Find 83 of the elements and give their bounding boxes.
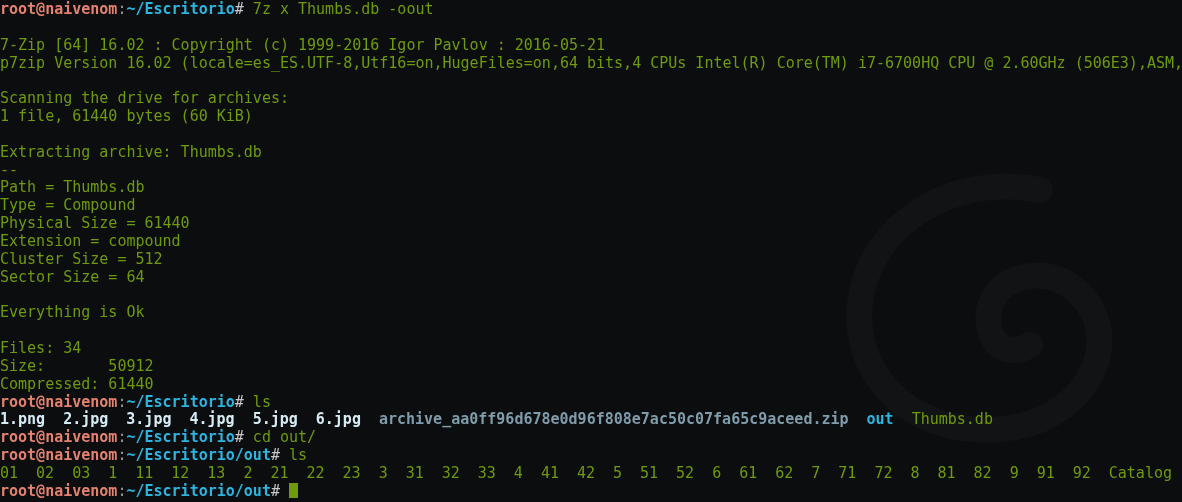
file-name: 3.jpg (126, 411, 172, 429)
file-name: 1 (108, 464, 118, 483)
file-name: archive_aa0ff96d678e0d96f808e7ac50c07fa65c9aceed.zip (378, 411, 849, 430)
output-line: Size: 50912 (0, 356, 154, 375)
file-name: 03 (72, 464, 91, 483)
file-name: 5.jpg (252, 411, 298, 430)
file-name: 3 (378, 464, 388, 483)
file-name: 32 (441, 464, 460, 483)
prompt-path: ~/Escritorio/out (126, 446, 271, 465)
file-name: 8 (910, 464, 920, 483)
output-line: Cluster Size = 512 (0, 249, 163, 268)
prompt-path: ~/Escritorio/out (126, 481, 271, 500)
prompt-path: ~/Escritorio (126, 428, 235, 447)
command-text: ls (252, 392, 271, 411)
file-name: 4.jpg (189, 411, 235, 429)
prompt-path: ~/Escritorio (126, 392, 235, 411)
prompt-user: root@naivenom (0, 481, 118, 500)
file-name: 23 (342, 464, 361, 483)
output-line: Scanning the drive for archives: (0, 89, 289, 108)
file-name: Thumbs.db (911, 411, 993, 430)
file-name: 5 (613, 464, 623, 483)
file-name: 92 (1072, 464, 1091, 483)
file-name: 31 (405, 464, 424, 483)
prompt-separator: : (117, 392, 127, 411)
file-name: 52 (676, 464, 695, 483)
prompt-symbol: # (234, 428, 244, 447)
file-name: 72 (874, 464, 893, 483)
prompt-symbol: # (270, 446, 280, 465)
file-name: 01 (0, 464, 19, 483)
prompt-symbol: # (234, 0, 244, 18)
file-name: 11 (135, 464, 154, 483)
file-name: 4 (513, 464, 523, 483)
file-name: 22 (306, 464, 325, 483)
file-name: 33 (477, 464, 496, 483)
file-name: 82 (973, 464, 992, 483)
output-line: Path = Thumbs.db (0, 178, 145, 197)
output-line: Type = Compound (0, 196, 136, 215)
output-line: Files: 34 (0, 339, 82, 358)
file-name: 91 (1036, 464, 1055, 483)
prompt-symbol: # (270, 481, 280, 500)
prompt-user: root@naivenom (0, 0, 118, 18)
file-name: 81 (937, 464, 956, 483)
file-name: 51 (640, 464, 659, 483)
output-line: Extension = compound (0, 231, 181, 250)
output-line: -- (0, 160, 19, 179)
output-line: Physical Size = 61440 (0, 214, 190, 233)
file-name: 9 (1009, 464, 1019, 483)
output-line: 7-Zip [64] 16.02 : Copyright (c) 1999-2016 Igor Pavlov : 2016-05-21 (0, 35, 606, 54)
file-name: 7 (811, 464, 821, 483)
file-name: 1.png (0, 411, 46, 429)
file-name: 21 (270, 464, 289, 483)
prompt-symbol: # (234, 392, 244, 411)
output-line: Sector Size = 64 (0, 267, 145, 286)
prompt-separator: : (117, 428, 127, 447)
file-name: 2 (243, 464, 253, 483)
prompt-path: ~/Escritorio (126, 0, 235, 18)
command-text: 7z x Thumbs.db -oout (252, 0, 434, 18)
file-name: Catalog (1108, 464, 1172, 483)
file-name: out (866, 411, 894, 430)
output-line: Extracting archive: Thumbs.db (0, 142, 262, 161)
output-line: 1 file, 61440 bytes (60 KiB) (0, 107, 253, 126)
prompt-user: root@naivenom (0, 392, 118, 411)
prompt-separator: : (117, 481, 127, 500)
file-name: 13 (207, 464, 226, 483)
command-text: cd out/ (252, 428, 317, 447)
prompt-separator: : (117, 446, 127, 465)
prompt-user: root@naivenom (0, 446, 118, 465)
prompt-separator: : (117, 0, 127, 18)
file-name: 6 (712, 464, 722, 483)
file-name: 6.jpg (315, 411, 361, 430)
file-name: 41 (540, 464, 559, 483)
output-line: p7zip Version 16.02 (locale=es_ES.UTF-8,Utf16=on,HugeFiles=on,64 bits,4 CPUs Intel(R) Core(TM) i7-6700HQ CPU @ 2.60GHz (506E3),ASM, (0, 53, 1182, 72)
prompt-user: root@naivenom (0, 428, 118, 447)
output-line: Compressed: 61440 (0, 374, 154, 393)
file-name: 61 (739, 464, 758, 483)
file-name: 62 (775, 464, 794, 483)
file-name: 12 (171, 464, 190, 483)
file-name: 02 (36, 464, 55, 483)
file-name: 2.jpg (63, 411, 109, 429)
file-name: 42 (576, 464, 595, 483)
output-line: Everything is Ok (0, 303, 145, 322)
file-name: 71 (838, 464, 857, 483)
command-text: ls (289, 446, 308, 465)
